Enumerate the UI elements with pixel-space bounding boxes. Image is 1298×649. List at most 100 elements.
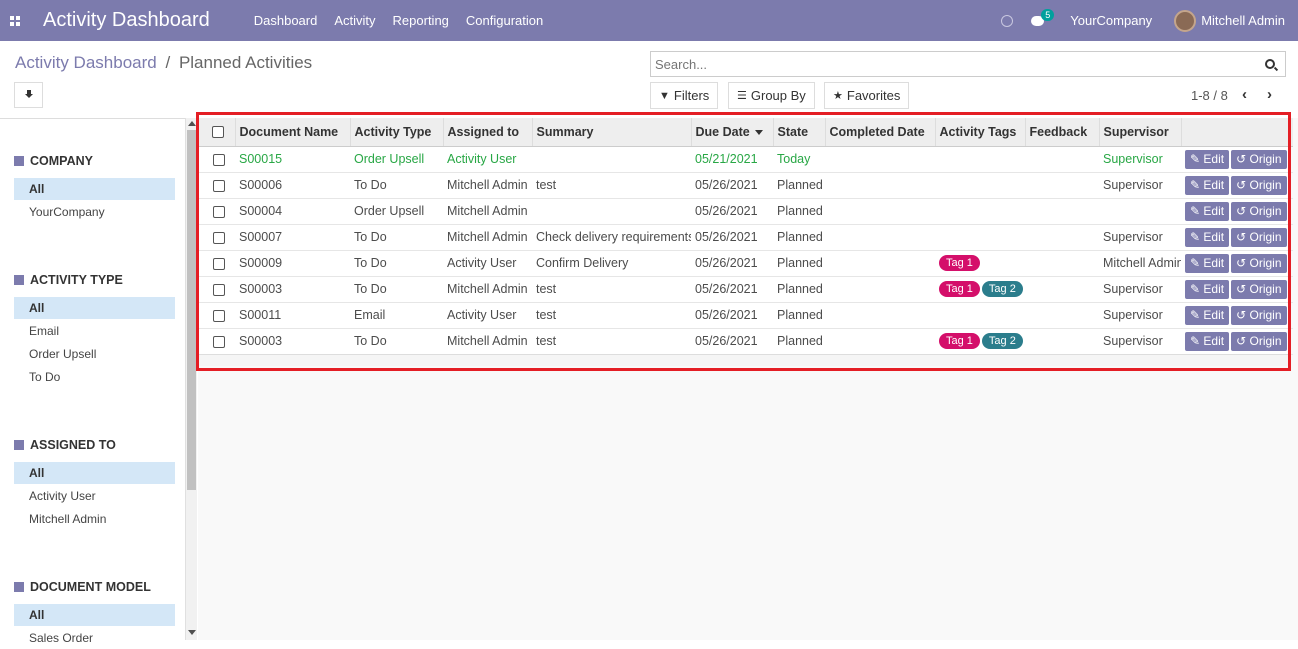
history-icon: ↺ [1236, 177, 1247, 192]
origin-button[interactable]: ↺ Origin [1231, 227, 1287, 247]
cell-document-name: S00003 [235, 276, 350, 303]
table-row[interactable]: S00007 To Do Mitchell Admin Check delivery … [198, 224, 1293, 251]
row-select-cell[interactable] [198, 302, 235, 329]
edit-button[interactable]: ✎ Edit [1185, 279, 1230, 299]
cell-completed-date [825, 172, 935, 199]
sidebar-item-email[interactable]: Email [14, 320, 175, 342]
col-feedback[interactable]: Feedback [1024, 118, 1099, 147]
row-select-cell[interactable] [198, 328, 235, 355]
sidebar-item-sales-order[interactable]: Sales Order [14, 627, 175, 649]
col-due-date[interactable]: Due Date [690, 118, 773, 147]
edit-button[interactable]: ✎ Edit [1185, 305, 1230, 325]
edit-button[interactable]: ✎ Edit [1185, 253, 1230, 273]
group-by-button[interactable]: ☰ Group By [728, 82, 815, 109]
col-activity-type[interactable]: Activity Type [349, 118, 443, 147]
origin-button[interactable]: ↺ Origin [1231, 279, 1287, 299]
row-select-cell[interactable] [198, 146, 235, 173]
company-switcher[interactable]: YourCompany [1070, 13, 1152, 28]
sidebar-item-mitchell-admin[interactable]: Mitchell Admin [14, 508, 175, 530]
cell-completed-date [825, 198, 935, 225]
edit-button[interactable]: ✎ Edit [1185, 175, 1230, 195]
edit-button[interactable]: ✎ Edit [1185, 201, 1230, 221]
cell-due-date: 05/26/2021 [691, 276, 773, 303]
sidebar-item-yourcompany[interactable]: YourCompany [14, 201, 175, 223]
sidebar-item-activity-all[interactable]: All [14, 297, 175, 319]
menu-configuration[interactable]: Configuration [466, 13, 543, 28]
row-select-cell[interactable] [198, 276, 235, 303]
table-row[interactable]: S00006 To Do Mitchell Admin test 05/26/2021 P… [198, 172, 1293, 199]
sidebar-scrollbar[interactable] [185, 118, 197, 640]
table-row[interactable]: S00004 Order Upsell Mitchell Admin 05/26/20… [198, 198, 1293, 225]
select-all-cell[interactable] [198, 118, 235, 147]
row-checkbox[interactable] [212, 283, 225, 296]
origin-button[interactable]: ↺ Origin [1231, 305, 1287, 325]
edit-button[interactable]: ✎ Edit [1185, 149, 1230, 169]
row-checkbox[interactable] [212, 179, 225, 192]
origin-button[interactable]: ↺ Origin [1231, 149, 1287, 169]
breadcrumb-current: Planned Activities [178, 53, 313, 72]
menu-activity[interactable]: Activity [334, 13, 375, 28]
edit-button[interactable]: ✎ Edit [1185, 331, 1230, 351]
scroll-up-arrow[interactable] [188, 121, 196, 126]
favorites-button[interactable]: ★ Favorites [824, 82, 910, 109]
messages-button[interactable]: 5 [1031, 8, 1055, 26]
cell-supervisor [1099, 198, 1181, 225]
row-checkbox[interactable] [212, 153, 225, 166]
table-row[interactable]: S00015 Order Upsell Activity User 05/21/202… [198, 146, 1293, 173]
edit-button[interactable]: ✎ Edit [1185, 227, 1230, 247]
col-summary[interactable]: Summary [531, 118, 691, 147]
search-icon[interactable] [1265, 59, 1275, 69]
table-row[interactable]: S00011 Email Activity User test 05/26/2021 Pl… [198, 302, 1293, 329]
menu-dashboard[interactable]: Dashboard [254, 13, 318, 28]
scroll-down-arrow[interactable] [188, 630, 196, 635]
cell-feedback [1025, 328, 1099, 355]
col-document-name[interactable]: Document Name [234, 118, 350, 147]
row-checkbox[interactable] [212, 257, 225, 270]
pager-next-icon[interactable]: › [1267, 86, 1272, 103]
col-supervisor[interactable]: Supervisor [1098, 118, 1181, 147]
table-row[interactable]: S00009 To Do Activity User Confirm Delivery… [198, 250, 1293, 277]
app-title[interactable]: Activity Dashboard [43, 9, 210, 32]
col-state[interactable]: State [772, 118, 825, 147]
origin-button[interactable]: ↺ Origin [1231, 331, 1287, 351]
origin-button[interactable]: ↺ Origin [1231, 175, 1287, 195]
row-checkbox[interactable] [212, 335, 225, 348]
origin-button[interactable]: ↺ Origin [1231, 201, 1287, 221]
sidebar-item-order-upsell[interactable]: Order Upsell [14, 343, 175, 365]
row-checkbox[interactable] [212, 309, 225, 322]
export-button[interactable] [14, 82, 43, 108]
origin-button[interactable]: ↺ Origin [1231, 253, 1287, 273]
table-row[interactable]: S00003 To Do Mitchell Admin test 05/26/2021 P… [198, 328, 1293, 355]
col-activity-tags[interactable]: Activity Tags [934, 118, 1025, 147]
apps-menu-icon[interactable] [10, 15, 20, 26]
col-completed-date[interactable]: Completed Date [824, 118, 935, 147]
sidebar-item-model-all[interactable]: All [14, 604, 175, 626]
select-all-checkbox[interactable] [212, 126, 225, 139]
menu-reporting[interactable]: Reporting [393, 13, 449, 28]
pager-value[interactable]: 1-8 / 8 [1191, 88, 1228, 103]
row-checkbox[interactable] [212, 205, 225, 218]
row-checkbox[interactable] [212, 231, 225, 244]
table-row[interactable]: S00003 To Do Mitchell Admin test 05/26/2021 P… [198, 276, 1293, 303]
pager-previous-icon[interactable]: ‹ [1242, 86, 1247, 103]
breadcrumb-parent[interactable]: Activity Dashboard [15, 53, 157, 72]
row-select-cell[interactable] [198, 224, 235, 251]
user-avatar[interactable] [1174, 9, 1197, 32]
activity-clock-icon[interactable] [1001, 14, 1014, 27]
row-select-cell[interactable] [198, 198, 235, 225]
row-select-cell[interactable] [198, 172, 235, 199]
sidebar-item-company-all[interactable]: All [14, 178, 175, 200]
sidebar-item-activity-user[interactable]: Activity User [14, 485, 175, 507]
cell-supervisor: Supervisor [1099, 146, 1181, 173]
user-menu[interactable]: Mitchell Admin [1201, 13, 1285, 28]
filters-button[interactable]: ▼ Filters [650, 82, 719, 109]
search-input[interactable] [651, 56, 1265, 72]
sidebar-item-todo[interactable]: To Do [14, 366, 175, 388]
sidebar-item-assigned-all[interactable]: All [14, 462, 175, 484]
cell-completed-date [825, 146, 935, 173]
row-select-cell[interactable] [198, 250, 235, 277]
cell-due-date: 05/26/2021 [691, 224, 773, 251]
col-assigned-to[interactable]: Assigned to [442, 118, 532, 147]
scroll-thumb[interactable] [187, 130, 196, 490]
cell-actions: ✎ Edit ↺ Origin [1181, 250, 1293, 277]
